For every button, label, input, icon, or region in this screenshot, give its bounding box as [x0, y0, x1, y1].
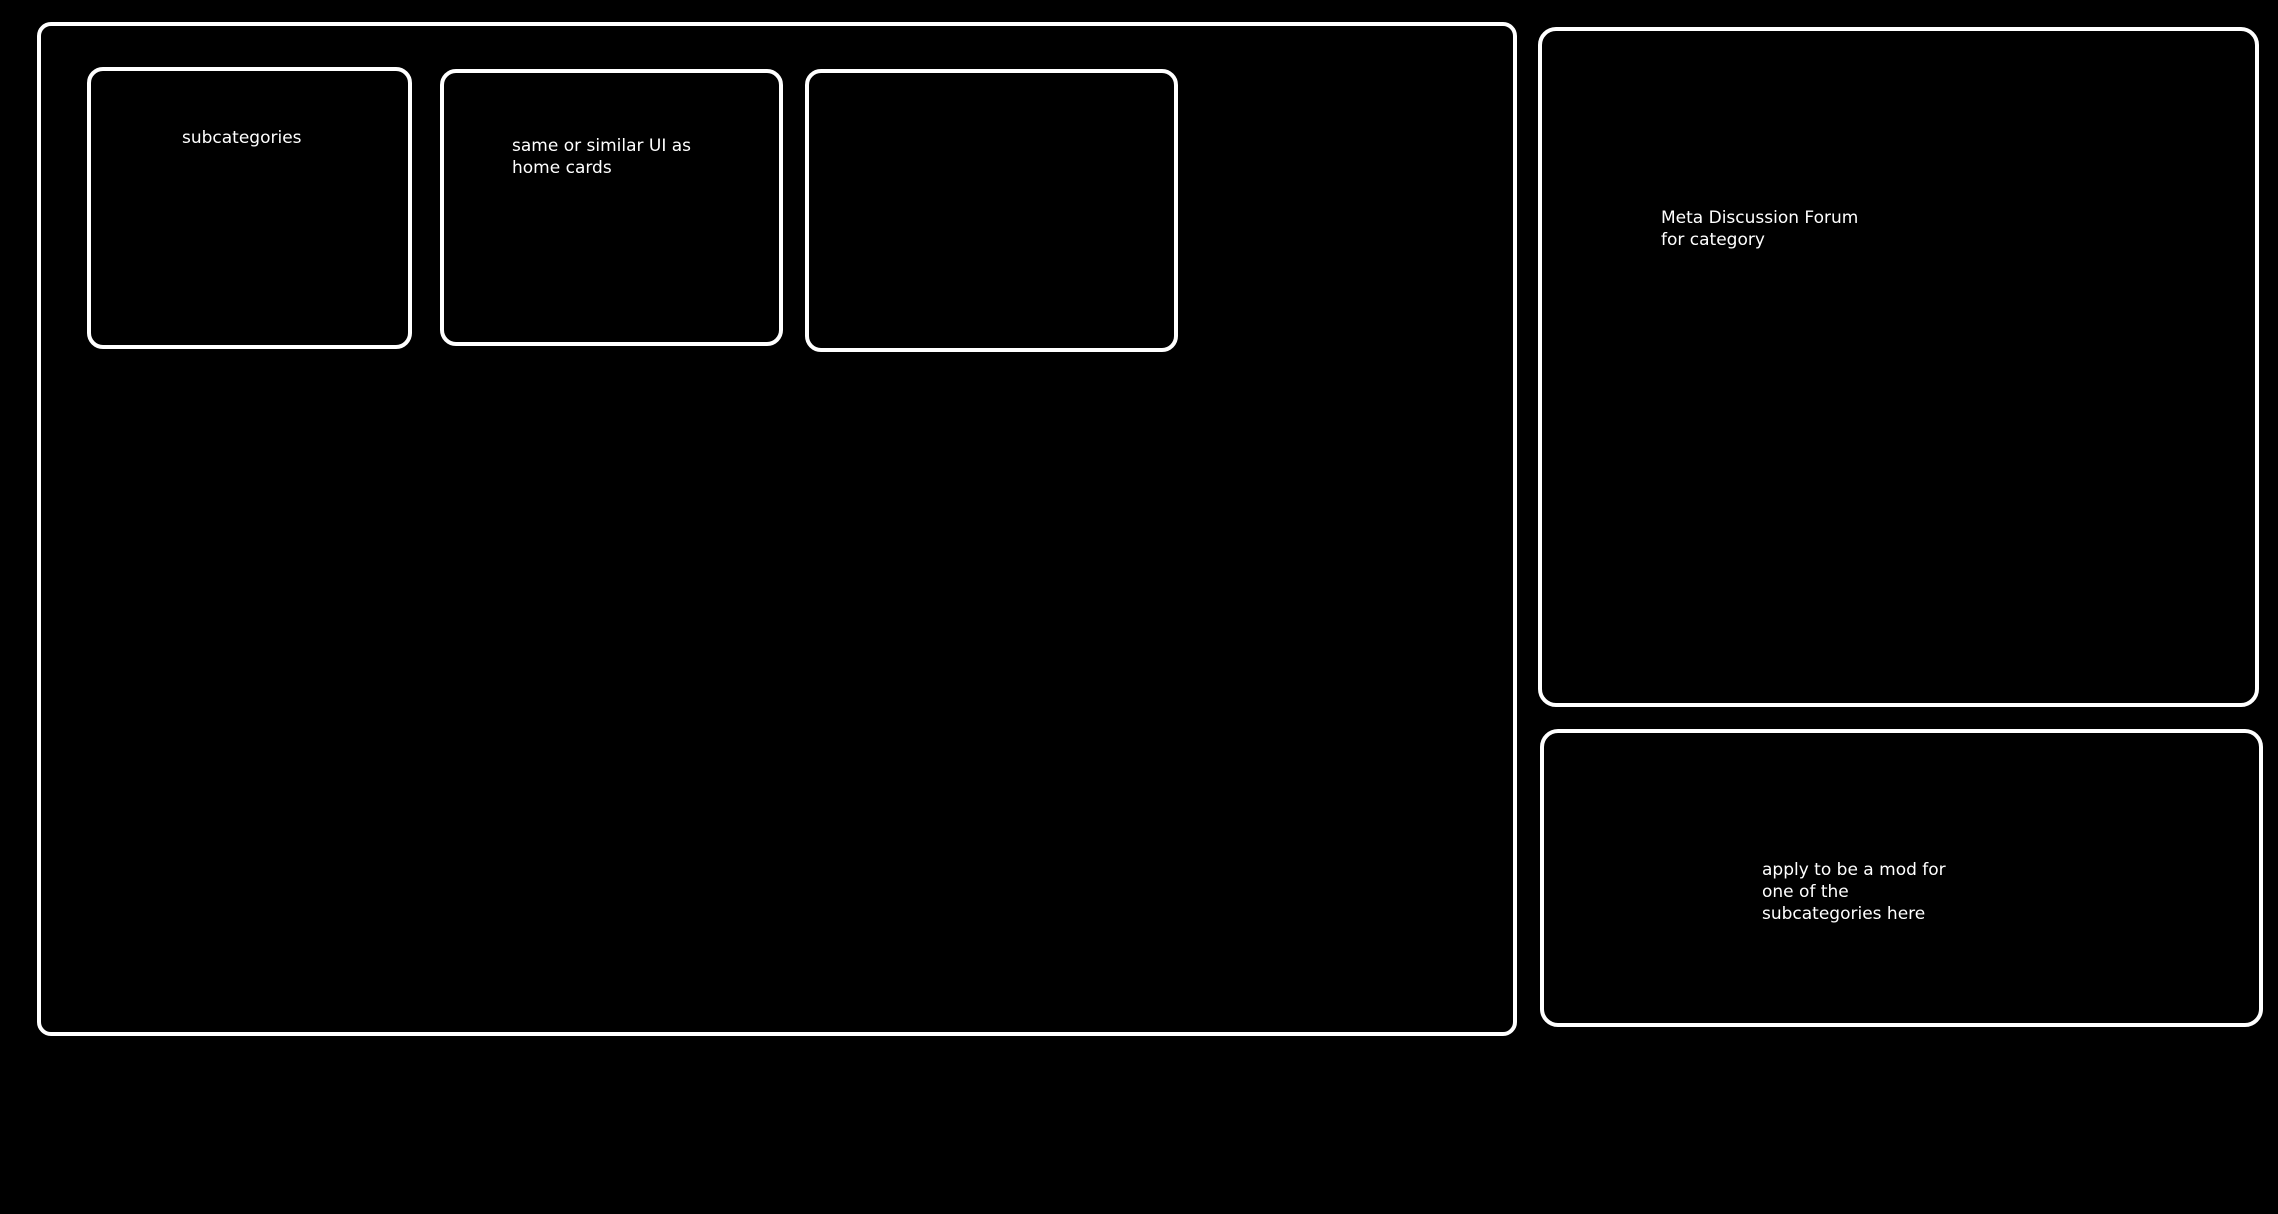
- apply-mod-panel[interactable]: apply to be a mod for one of the subcate…: [1540, 729, 2263, 1027]
- forum-label: Meta Discussion Forum for category: [1661, 208, 1859, 250]
- card-label: subcategories: [182, 128, 302, 148]
- subcategory-card[interactable]: [805, 69, 1178, 352]
- subcategory-card[interactable]: same or similar UI as home cards: [440, 69, 783, 346]
- apply-mod-label: apply to be a mod for one of the subcate…: [1762, 860, 1946, 924]
- card-label: same or similar UI as home cards: [512, 136, 692, 178]
- meta-discussion-forum-panel[interactable]: Meta Discussion Forum for category: [1538, 27, 2259, 707]
- subcategory-card[interactable]: subcategories: [87, 67, 412, 349]
